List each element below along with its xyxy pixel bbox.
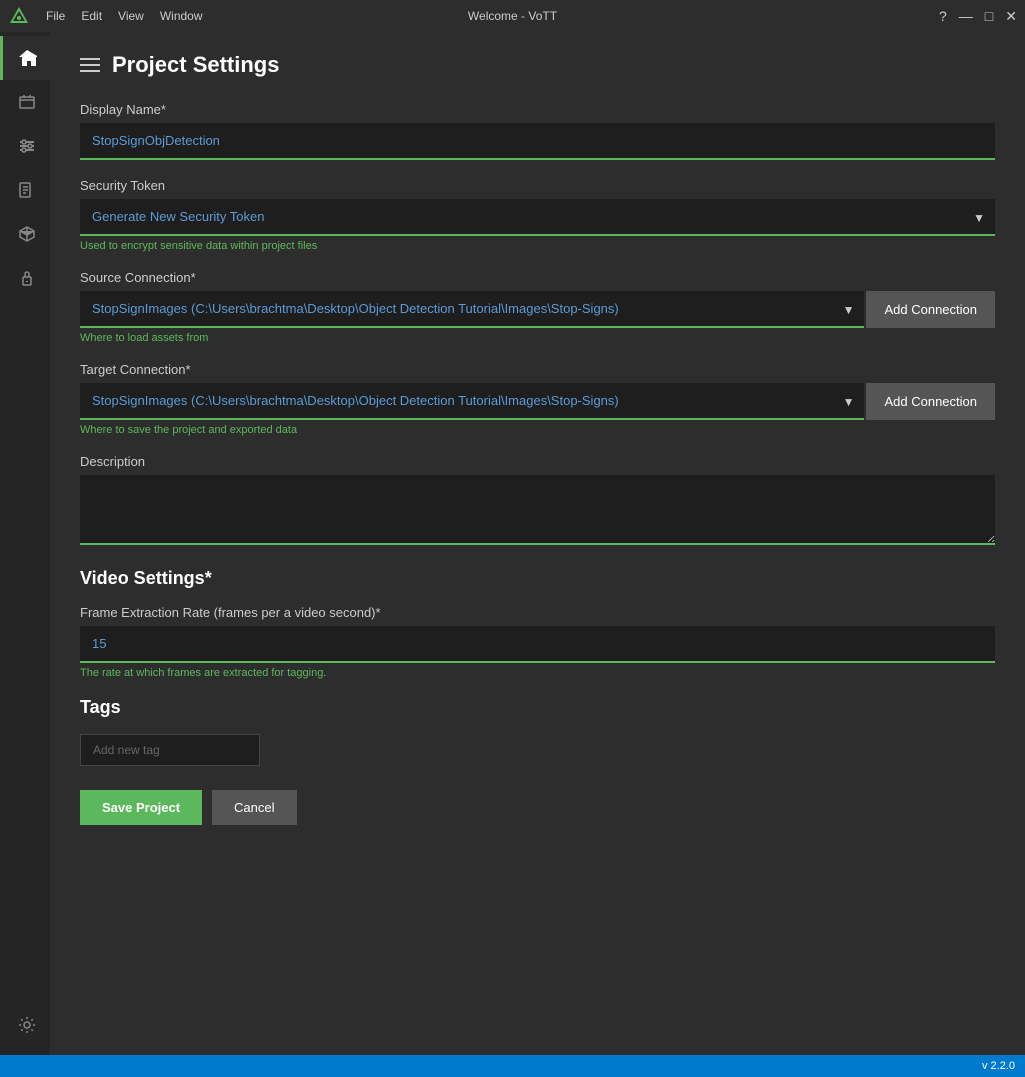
target-connection-select[interactable]: StopSignImages (C:\Users\brachtma\Deskto… — [80, 383, 864, 420]
sidebar-item-home[interactable] — [0, 36, 50, 80]
tags-input-wrapper — [80, 734, 260, 766]
frame-rate-input[interactable] — [80, 626, 995, 663]
minimize-button[interactable]: — — [959, 8, 973, 24]
description-group: Description — [80, 454, 995, 550]
frame-rate-group: Frame Extraction Rate (frames per a vide… — [80, 605, 995, 679]
menu-file[interactable]: File — [46, 9, 65, 23]
maximize-button[interactable]: □ — [985, 8, 993, 24]
app-body: Project Settings Display Name* Security … — [0, 32, 1025, 1055]
source-connection-select-wrapper: StopSignImages (C:\Users\brachtma\Deskto… — [80, 291, 864, 328]
source-connection-hint: Where to load assets from — [80, 332, 995, 344]
cancel-button[interactable]: Cancel — [212, 790, 296, 825]
help-button[interactable]: ? — [939, 8, 947, 24]
sidebar-item-tag[interactable] — [0, 168, 50, 212]
window-title: Welcome - VoTT — [468, 9, 557, 23]
page-header: Project Settings — [80, 52, 995, 78]
window-controls[interactable]: ? — □ ✕ — [939, 8, 1017, 25]
target-connection-select-wrapper: StopSignImages (C:\Users\brachtma\Deskto… — [80, 383, 864, 420]
menu-view[interactable]: View — [118, 9, 144, 23]
save-project-button[interactable]: Save Project — [80, 790, 202, 825]
close-button[interactable]: ✕ — [1005, 8, 1017, 25]
sidebar-item-open[interactable] — [0, 80, 50, 124]
security-token-wrapper: Generate New Security Token ▼ — [80, 199, 995, 236]
display-name-label: Display Name* — [80, 102, 995, 117]
page-title: Project Settings — [112, 52, 279, 78]
frame-rate-label: Frame Extraction Rate (frames per a vide… — [80, 605, 995, 620]
menu-bar[interactable]: File Edit View Window — [46, 9, 203, 23]
target-connection-row: StopSignImages (C:\Users\brachtma\Deskto… — [80, 383, 995, 420]
hamburger-icon — [80, 58, 100, 72]
security-token-label: Security Token — [80, 178, 995, 193]
source-connection-group: Source Connection* StopSignImages (C:\Us… — [80, 270, 995, 344]
sidebar-item-train[interactable] — [0, 212, 50, 256]
sidebar-item-settings[interactable] — [0, 124, 50, 168]
sidebar-item-gear[interactable] — [0, 1003, 50, 1047]
security-token-hint: Used to encrypt sensitive data within pr… — [80, 240, 995, 252]
display-name-group: Display Name* — [80, 102, 995, 160]
sidebar — [0, 32, 50, 1055]
display-name-input[interactable] — [80, 123, 995, 160]
target-add-connection-button[interactable]: Add Connection — [866, 383, 995, 420]
action-buttons: Save Project Cancel — [80, 790, 995, 825]
version-label: v 2.2.0 — [982, 1060, 1015, 1072]
target-connection-group: Target Connection* StopSignImages (C:\Us… — [80, 362, 995, 436]
source-connection-label: Source Connection* — [80, 270, 995, 285]
security-token-select[interactable]: Generate New Security Token — [80, 199, 995, 236]
video-settings-title: Video Settings* — [80, 568, 995, 589]
tags-input[interactable] — [80, 734, 260, 766]
target-connection-label: Target Connection* — [80, 362, 995, 377]
description-label: Description — [80, 454, 995, 469]
menu-edit[interactable]: Edit — [81, 9, 102, 23]
security-token-group: Security Token Generate New Security Tok… — [80, 178, 995, 252]
target-connection-hint: Where to save the project and exported d… — [80, 424, 995, 436]
sidebar-item-plugin[interactable] — [0, 256, 50, 300]
statusbar: v 2.2.0 — [0, 1055, 1025, 1077]
menu-window[interactable]: Window — [160, 9, 203, 23]
source-connection-row: StopSignImages (C:\Users\brachtma\Deskto… — [80, 291, 995, 328]
tags-title: Tags — [80, 697, 995, 718]
frame-rate-hint: The rate at which frames are extracted f… — [80, 667, 995, 679]
source-add-connection-button[interactable]: Add Connection — [866, 291, 995, 328]
source-connection-select[interactable]: StopSignImages (C:\Users\brachtma\Deskto… — [80, 291, 864, 328]
vott-logo-icon — [8, 5, 30, 27]
description-textarea[interactable] — [80, 475, 995, 545]
titlebar: File Edit View Window Welcome - VoTT ? —… — [0, 0, 1025, 32]
main-content: Project Settings Display Name* Security … — [50, 32, 1025, 1055]
